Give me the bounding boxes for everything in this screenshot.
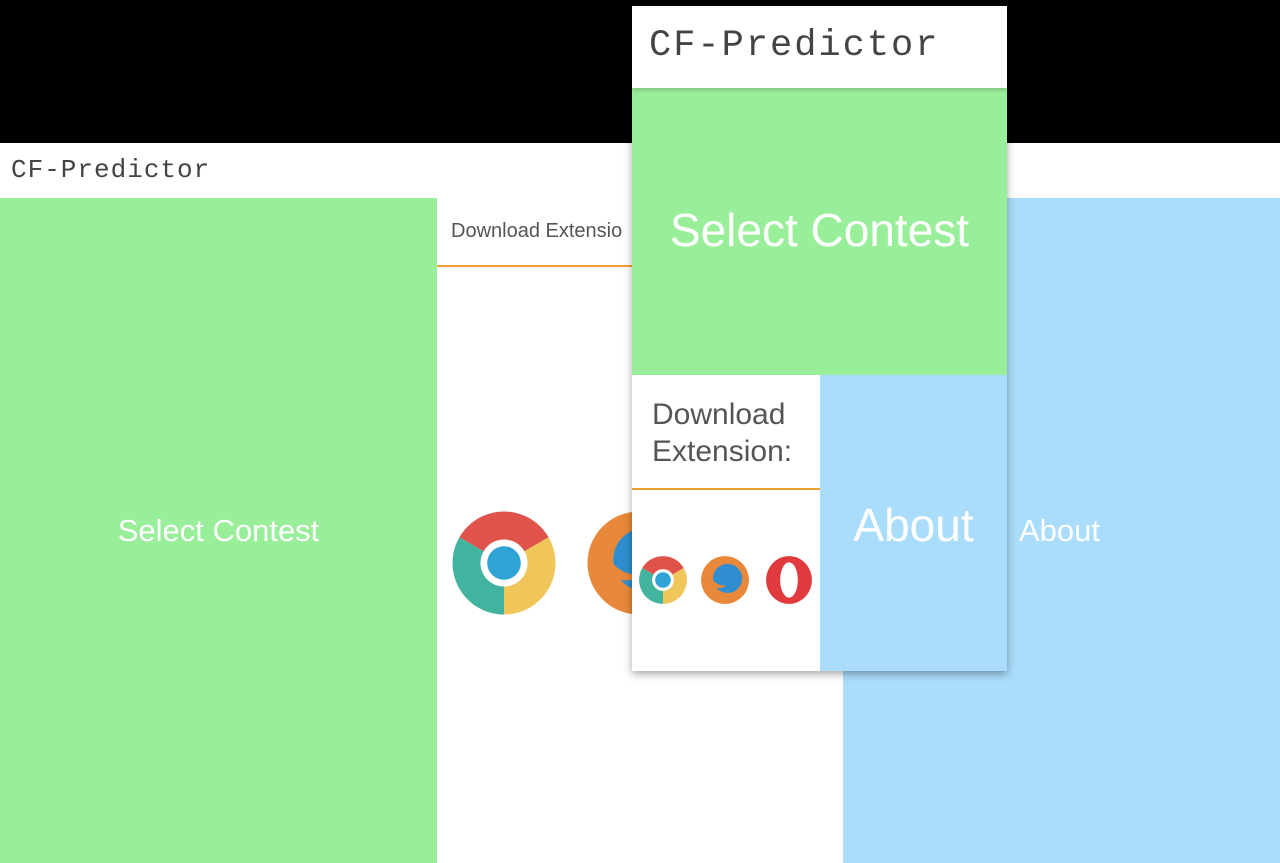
card-select-contest-label: Select Contest [669,204,970,256]
card-opera-icon[interactable] [763,554,815,606]
card-about-label: About [853,499,974,551]
card-download-extension-label: Download Extension: [652,398,793,468]
page-title: CF-Predictor [11,155,211,185]
mobile-preview-card: CF-Predictor Select Contest Download Ext… [632,6,1007,671]
chrome-icon[interactable] [448,507,560,619]
download-extension-label: Download Extensio [451,220,623,242]
select-contest-label: Select Contest [117,513,320,548]
card-firefox-icon[interactable] [699,554,751,606]
card-download-divider [632,488,820,490]
about-label: About [1019,513,1101,548]
card-select-contest-panel[interactable]: Select Contest [632,88,1007,375]
card-title: CF-Predictor [649,25,940,67]
card-chrome-icon[interactable] [637,554,689,606]
card-header: CF-Predictor [632,6,1007,88]
